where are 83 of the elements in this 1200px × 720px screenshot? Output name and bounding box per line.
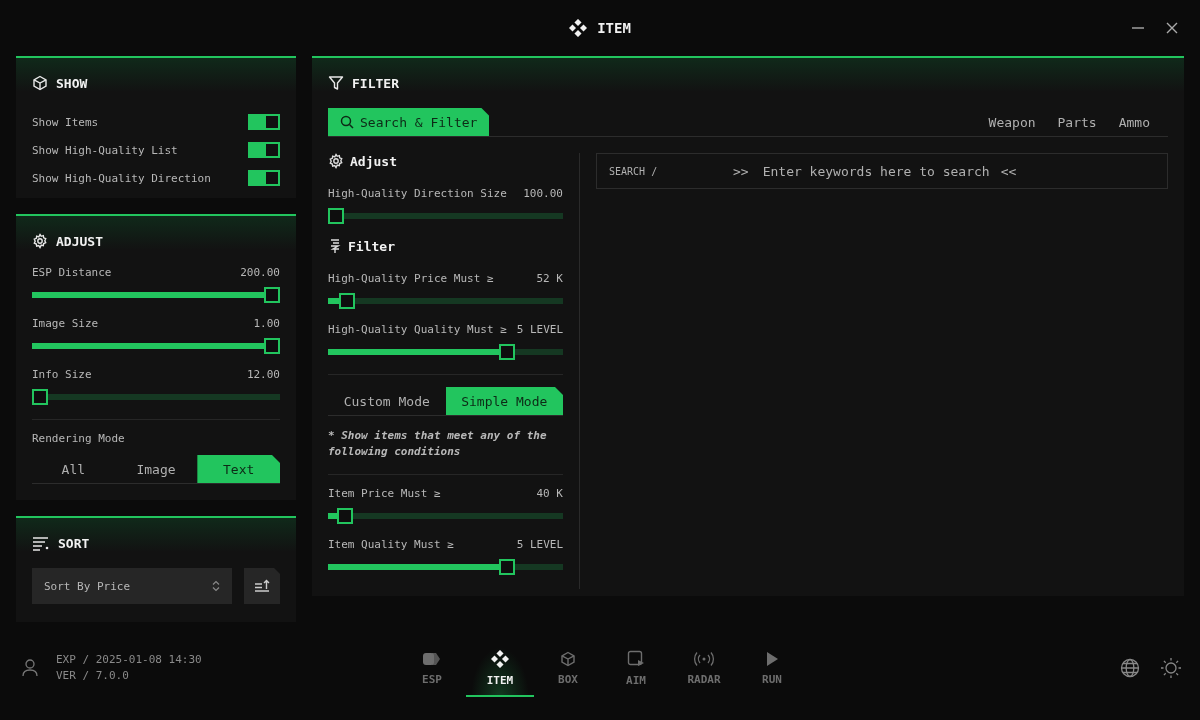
sort-ascending-icon — [254, 579, 270, 593]
sort-direction-button[interactable] — [244, 568, 280, 604]
slider-value: 5 LEVEL — [516, 538, 563, 552]
slider-label: Info Size — [32, 368, 92, 382]
slider-value: 12.00 — [246, 368, 280, 382]
toggle-label: Show High-Quality List — [32, 143, 178, 157]
close-icon — [1166, 22, 1178, 34]
panel-title: SHOW — [56, 75, 88, 91]
category-tab[interactable]: Weapon — [982, 108, 1042, 136]
signal-waves-icon — [693, 650, 715, 667]
cube-icon — [32, 75, 48, 91]
cube-icon — [560, 650, 576, 667]
slider-thumb[interactable] — [498, 344, 515, 360]
sun-icon — [1160, 657, 1182, 679]
search-field[interactable]: Enter keywords here to search — [762, 163, 989, 179]
language-button[interactable] — [1120, 657, 1140, 679]
slider-thumb[interactable] — [328, 208, 344, 224]
slider-label: High-Quality Quality Must ≥ — [328, 323, 507, 337]
slider-label: ESP Distance — [32, 266, 112, 280]
slider-value: 100.00 — [523, 187, 563, 201]
slider-thumb[interactable] — [338, 293, 355, 309]
search-icon — [340, 115, 354, 129]
slider-label: High-Quality Price Must ≥ — [328, 272, 494, 286]
nav-tab[interactable]: ESP — [398, 639, 466, 697]
settings-icon — [32, 233, 48, 249]
filter-glyph-icon — [328, 238, 342, 254]
section-title: Filter — [348, 238, 395, 254]
category-tab[interactable]: Parts — [1051, 108, 1103, 136]
mode-tab[interactable]: Text — [197, 455, 280, 483]
slider-value: 200.00 — [240, 266, 280, 280]
settings-icon — [328, 153, 344, 169]
toggle-switch[interactable] — [248, 170, 280, 186]
diamond-cluster-icon — [569, 19, 588, 37]
mode-tab[interactable]: All — [32, 455, 115, 483]
note-text: * Show items that meet any of the following conditions — [328, 428, 548, 460]
toggle-label: Show High-Quality Direction — [32, 171, 211, 185]
toggle-label: Show Items — [32, 115, 99, 129]
mode-tab[interactable]: Image — [114, 455, 198, 483]
slider-value: 40 K — [536, 487, 563, 501]
chevron-text: >> — [733, 163, 749, 179]
slider-thumb[interactable] — [32, 389, 48, 405]
nav-tab[interactable]: RUN — [738, 639, 806, 697]
slider-value: 1.00 — [253, 317, 280, 331]
category-tab[interactable]: Ammo — [1112, 108, 1156, 136]
sort-select[interactable]: Sort By Price — [32, 568, 232, 604]
slider-value: 5 LEVEL — [516, 323, 563, 337]
funnel-icon — [328, 75, 344, 91]
tab[interactable]: Search & Filter — [328, 108, 490, 136]
panel-title: ADJUST — [56, 233, 103, 249]
slider-thumb[interactable] — [498, 559, 515, 575]
toggle-switch[interactable] — [248, 114, 280, 130]
overlapping-shapes-icon — [422, 650, 442, 667]
nav-tab[interactable]: BOX — [534, 639, 602, 697]
nav-tab[interactable]: RADAR — [670, 639, 738, 697]
theme-button[interactable] — [1160, 657, 1182, 679]
slider-thumb[interactable] — [336, 508, 353, 524]
slider-thumb[interactable] — [264, 287, 280, 303]
slider-label: Item Price Must ≥ — [328, 487, 441, 501]
slider-label: Item Quality Must ≥ — [328, 538, 454, 552]
expiry-text: EXP / 2025-01-08 14:30 — [56, 653, 202, 666]
mode-tab[interactable]: Custom Mode — [328, 387, 446, 415]
user-icon — [22, 659, 38, 677]
search-label: SEARCH / — [609, 165, 659, 177]
nav-tab[interactable]: AIM — [602, 639, 670, 697]
panel-title: FILTER — [352, 75, 399, 91]
toggle-switch[interactable] — [248, 142, 280, 158]
play-icon — [765, 650, 779, 667]
slider-label: High-Quality Direction Size — [328, 187, 507, 201]
cursor-square-icon — [627, 649, 645, 668]
version-text: VER / 7.0.0 — [56, 669, 129, 682]
slider-value: 52 K — [536, 272, 563, 286]
mode-tab[interactable]: Simple Mode — [445, 387, 563, 415]
panel-title: SORT — [58, 535, 90, 551]
sort-lines-icon — [32, 535, 50, 551]
globe-icon — [1120, 658, 1140, 678]
window-title: ITEM — [597, 20, 631, 36]
slider-thumb[interactable] — [264, 338, 280, 354]
section-label: Rendering Mode — [32, 432, 126, 445]
section-title: Adjust — [350, 153, 397, 169]
chevron-text: << — [1000, 163, 1017, 179]
slider-label: Image Size — [32, 317, 99, 331]
chevron-updown-icon — [212, 580, 220, 592]
diamond-cluster-icon — [491, 649, 509, 668]
